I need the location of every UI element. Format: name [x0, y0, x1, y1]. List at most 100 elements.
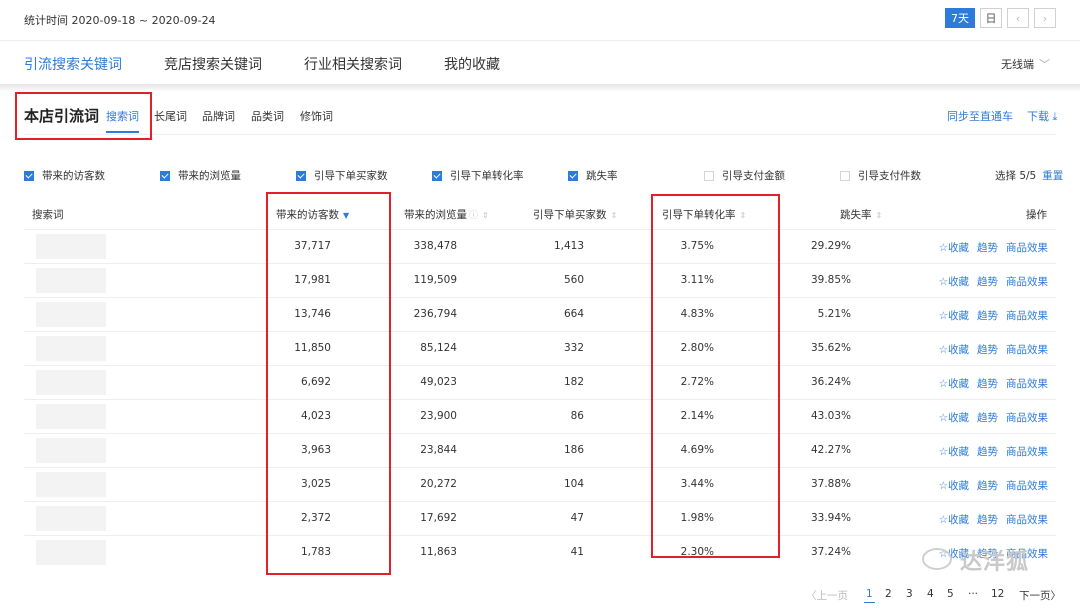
product-effect-button[interactable]: 商品效果 — [1006, 446, 1048, 458]
table-row: 3,025 20,272 104 3.44% 37.88% ☆收藏 趋势 商品效果 — [24, 467, 1056, 502]
product-effect-button[interactable]: 商品效果 — [1006, 242, 1048, 254]
trend-button[interactable]: 趋势 — [977, 446, 998, 458]
cell-buyers: 41 — [570, 546, 584, 558]
metric-checkbox[interactable]: 跳失率 — [568, 168, 618, 183]
cell-bounce: 35.62% — [810, 342, 851, 354]
sort-icon: ⇕ — [610, 211, 618, 220]
subtab-category[interactable]: 品类词 — [251, 108, 284, 124]
subtab-brand[interactable]: 品牌词 — [202, 108, 235, 124]
table-row: 37,717 338,478 1,413 3.75% 29.29% ☆收藏 趋势 商品效果 — [24, 229, 1056, 264]
cell-pageviews: 236,794 — [413, 308, 457, 320]
trend-button[interactable]: 趋势 — [977, 344, 998, 356]
download-button[interactable]: 下载 ⤓ — [1027, 108, 1057, 124]
period-7day-button[interactable]: 7天 — [945, 8, 975, 28]
product-effect-button[interactable]: 商品效果 — [1006, 310, 1048, 322]
metric-checkbox[interactable]: 引导下单买家数 — [296, 168, 388, 183]
keyword-cell-redacted — [36, 268, 106, 293]
favorite-button[interactable]: ☆收藏 — [939, 276, 969, 288]
metric-checkbox[interactable]: 引导下单转化率 — [432, 168, 524, 183]
tab-competitor-keywords[interactable]: 竞店搜索关键词 — [164, 54, 262, 74]
column-header-buyers[interactable]: 引导下单买家数 ⇕ — [533, 207, 617, 222]
chevron-right-icon[interactable]: › — [1034, 8, 1056, 28]
keyword-cell-redacted — [36, 438, 106, 463]
trend-button[interactable]: 趋势 — [977, 480, 998, 492]
cell-pageviews: 119,509 — [413, 274, 457, 286]
checkbox-icon — [432, 170, 442, 181]
page-button[interactable]: 4 — [927, 588, 934, 600]
page-button[interactable]: 3 — [906, 588, 913, 600]
favorite-button[interactable]: ☆收藏 — [939, 310, 969, 322]
sort-icon: ⇕ — [482, 211, 489, 220]
divider — [24, 134, 1056, 135]
trend-button[interactable]: 趋势 — [977, 514, 998, 526]
column-header-bounce[interactable]: 跳失率 ⇕ — [840, 207, 882, 222]
favorite-button[interactable]: ☆收藏 — [939, 412, 969, 424]
metric-checkbox[interactable]: 带来的访客数 — [24, 168, 105, 183]
page-button[interactable]: 12 — [991, 588, 1004, 600]
page-button[interactable]: 2 — [885, 588, 892, 600]
page-button[interactable]: 1 — [864, 588, 875, 603]
favorite-button[interactable]: ☆收藏 — [939, 514, 969, 526]
subtab-long-tail[interactable]: 长尾词 — [154, 108, 187, 124]
trend-button[interactable]: 趋势 — [977, 412, 998, 424]
cell-buyers: 86 — [570, 410, 584, 422]
metric-checkbox[interactable]: 引导支付金额 — [704, 168, 785, 183]
device-label: 无线端 — [1001, 58, 1034, 71]
favorite-button[interactable]: ☆收藏 — [939, 446, 969, 458]
favorite-button[interactable]: ☆收藏 — [939, 344, 969, 356]
tab-industry-keywords[interactable]: 行业相关搜索词 — [304, 54, 402, 74]
cell-pageviews: 49,023 — [420, 376, 457, 388]
cell-buyers: 332 — [563, 342, 584, 354]
cell-buyers: 186 — [563, 444, 584, 456]
cell-bounce: 36.24% — [810, 376, 851, 388]
product-effect-button[interactable]: 商品效果 — [1006, 412, 1048, 424]
trend-button[interactable]: 趋势 — [977, 378, 998, 390]
favorite-button[interactable]: ☆收藏 — [939, 242, 969, 254]
page-button[interactable]: 5 — [947, 588, 954, 600]
info-icon: ⓘ — [469, 211, 479, 221]
sync-button[interactable]: 同步至直通车 — [947, 108, 1013, 124]
download-icon: ⤓ — [1052, 110, 1058, 123]
next-page-button[interactable]: 下一页〉 — [1019, 588, 1061, 603]
main-tabs: 引流搜索关键词 竞店搜索关键词 行业相关搜索词 我的收藏 无线端 ﹀ — [0, 40, 1080, 87]
keyword-cell-redacted — [36, 506, 106, 531]
keyword-cell-redacted — [36, 234, 106, 259]
period-day-button[interactable]: 日 — [980, 8, 1002, 28]
trend-button[interactable]: 趋势 — [977, 276, 998, 288]
cell-bounce: 43.03% — [810, 410, 851, 422]
row-actions: ☆收藏 趋势 商品效果 — [931, 444, 1048, 459]
product-effect-button[interactable]: 商品效果 — [1006, 480, 1048, 492]
product-effect-button[interactable]: 商品效果 — [1006, 344, 1048, 356]
cell-buyers: 560 — [563, 274, 584, 286]
product-effect-button[interactable]: 商品效果 — [1006, 276, 1048, 288]
favorite-button[interactable]: ☆收藏 — [939, 378, 969, 390]
page-ellipsis: ··· — [968, 588, 979, 600]
tab-favorites[interactable]: 我的收藏 — [444, 54, 500, 74]
cell-bounce: 37.24% — [810, 546, 851, 558]
product-effect-button[interactable]: 商品效果 — [1006, 378, 1048, 390]
keyword-cell-redacted — [36, 336, 106, 361]
reset-button[interactable]: 重置 — [1042, 170, 1063, 182]
device-dropdown[interactable]: 无线端 ﹀ — [1001, 56, 1050, 72]
checkbox-icon — [568, 170, 578, 181]
trend-button[interactable]: 趋势 — [977, 310, 998, 322]
prev-page-button[interactable]: 〈上一页 — [806, 588, 848, 603]
table-row: 17,981 119,509 560 3.11% 39.85% ☆收藏 趋势 商品效果 — [24, 263, 1056, 298]
stat-time: 统计时间 2020-09-18 ~ 2020-09-24 — [24, 14, 216, 27]
keyword-cell-redacted — [36, 540, 106, 565]
keyword-cell-redacted — [36, 472, 106, 497]
table-row: 4,023 23,900 86 2.14% 43.03% ☆收藏 趋势 商品效果 — [24, 399, 1056, 434]
metric-checkbox[interactable]: 带来的浏览量 — [160, 168, 241, 183]
sort-icon: ⇕ — [875, 211, 883, 220]
metric-checkbox[interactable]: 引导支付件数 — [840, 168, 921, 183]
trend-button[interactable]: 趋势 — [977, 242, 998, 254]
product-effect-button[interactable]: 商品效果 — [1006, 514, 1048, 526]
subtab-modifier[interactable]: 修饰词 — [300, 108, 333, 124]
tab-traffic-keywords[interactable]: 引流搜索关键词 — [24, 54, 122, 87]
column-header-pageviews[interactable]: 带来的浏览量 ⓘ ⇕ — [404, 207, 489, 222]
favorite-button[interactable]: ☆收藏 — [939, 480, 969, 492]
table-row: 3,963 23,844 186 4.69% 42.27% ☆收藏 趋势 商品效果 — [24, 433, 1056, 468]
row-actions: ☆收藏 趋势 商品效果 — [931, 342, 1048, 357]
chevron-left-icon[interactable]: ‹ — [1007, 8, 1029, 28]
table-row: 11,850 85,124 332 2.80% 35.62% ☆收藏 趋势 商品效果 — [24, 331, 1056, 366]
